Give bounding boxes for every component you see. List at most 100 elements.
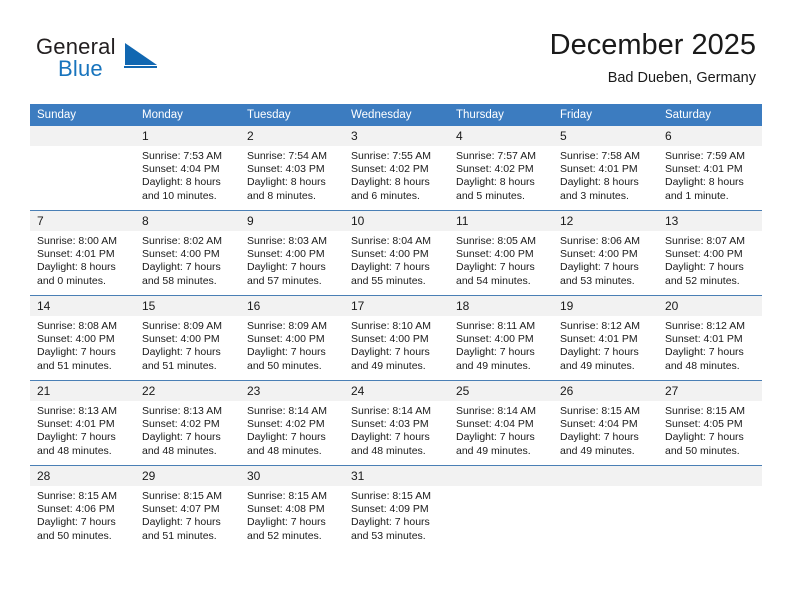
calendar-day-cell[interactable]: 2 Sunrise: 7:54 AM Sunset: 4:03 PM Daylight… <box>240 126 344 211</box>
sunset-text: Sunset: 4:09 PM <box>351 503 429 516</box>
calendar-day-cell[interactable]: 20 Sunrise: 8:12 AM Sunset: 4:01 PM Dayligh… <box>658 295 762 381</box>
sunset-text: Sunset: 4:08 PM <box>247 503 325 516</box>
calendar-day-cell[interactable]: 6 Sunrise: 7:59 AM Sunset: 4:01 PM Daylight… <box>658 126 762 211</box>
day-number: 15 <box>135 296 240 316</box>
sunset-text: Sunset: 4:00 PM <box>142 333 220 346</box>
daylight-text-line2: and 53 minutes. <box>560 274 635 287</box>
sunset-text: Sunset: 4:05 PM <box>665 418 743 431</box>
daylight-text-line2: and 51 minutes. <box>142 529 217 542</box>
daylight-text-line2: and 49 minutes. <box>456 359 531 372</box>
calendar-day-cell[interactable]: 14 Sunrise: 8:08 AM Sunset: 4:00 PM Dayligh… <box>30 295 135 381</box>
calendar-day-cell[interactable]: 27 Sunrise: 8:15 AM Sunset: 4:05 PM Dayligh… <box>658 380 762 466</box>
calendar-day-cell[interactable]: 5 Sunrise: 7:58 AM Sunset: 4:01 PM Daylight… <box>553 126 658 211</box>
calendar-day-cell[interactable]: 8 Sunrise: 8:02 AM Sunset: 4:00 PM Daylight… <box>135 210 240 296</box>
calendar-day-cell[interactable]: 24 Sunrise: 8:14 AM Sunset: 4:03 PM Dayligh… <box>344 380 449 466</box>
daylight-text-line2: and 50 minutes. <box>665 444 740 457</box>
daylight-text-line2: and 0 minutes. <box>37 274 106 287</box>
daylight-text-line2: and 51 minutes. <box>37 359 112 372</box>
calendar-day-cell[interactable]: 13 Sunrise: 8:07 AM Sunset: 4:00 PM Dayligh… <box>658 210 762 296</box>
day-number: 7 <box>30 211 135 231</box>
daylight-text-line2: and 53 minutes. <box>351 529 426 542</box>
sunrise-text: Sunrise: 8:15 AM <box>560 405 640 417</box>
day-details: Sunrise: 8:10 AM Sunset: 4:00 PM Daylight:… <box>344 316 449 373</box>
calendar-day-cell[interactable]: 15 Sunrise: 8:09 AM Sunset: 4:00 PM Dayligh… <box>135 295 240 381</box>
weekday-header-wednesday: Wednesday <box>344 104 449 126</box>
calendar-day-cell[interactable]: 26 Sunrise: 8:15 AM Sunset: 4:04 PM Dayligh… <box>553 380 658 466</box>
daylight-text-line2: and 48 minutes. <box>37 444 112 457</box>
calendar-day-cell[interactable]: 18 Sunrise: 8:11 AM Sunset: 4:00 PM Dayligh… <box>449 295 553 381</box>
calendar-day-cell[interactable]: 1 Sunrise: 7:53 AM Sunset: 4:04 PM Daylight… <box>135 126 240 211</box>
daylight-text-line1: Daylight: 7 hours <box>456 346 535 359</box>
sunset-text: Sunset: 4:00 PM <box>665 248 743 261</box>
daylight-text-line2: and 10 minutes. <box>142 189 217 202</box>
calendar-day-cell[interactable]: 28 Sunrise: 8:15 AM Sunset: 4:06 PM Dayligh… <box>30 465 135 550</box>
sunrise-text: Sunrise: 8:09 AM <box>142 320 222 332</box>
daylight-text-line1: Daylight: 7 hours <box>142 431 221 444</box>
calendar-day-cell-empty <box>449 465 553 550</box>
daylight-text-line2: and 48 minutes. <box>247 444 322 457</box>
calendar-day-cell[interactable]: 3 Sunrise: 7:55 AM Sunset: 4:02 PM Daylight… <box>344 126 449 211</box>
calendar-body: 1 Sunrise: 7:53 AM Sunset: 4:04 PM Daylight… <box>30 126 762 550</box>
calendar-day-cell[interactable]: 12 Sunrise: 8:06 AM Sunset: 4:00 PM Dayligh… <box>553 210 658 296</box>
day-number: 25 <box>449 381 553 401</box>
sunrise-text: Sunrise: 8:02 AM <box>142 235 222 247</box>
daylight-text-line2: and 55 minutes. <box>351 274 426 287</box>
day-number: 2 <box>240 126 344 146</box>
daylight-text-line1: Daylight: 7 hours <box>351 261 430 274</box>
daylight-text-line2: and 50 minutes. <box>37 529 112 542</box>
calendar-day-cell[interactable]: 29 Sunrise: 8:15 AM Sunset: 4:07 PM Dayligh… <box>135 465 240 550</box>
day-number: 5 <box>553 126 658 146</box>
calendar-day-cell[interactable]: 16 Sunrise: 8:09 AM Sunset: 4:00 PM Dayligh… <box>240 295 344 381</box>
day-number: 31 <box>344 466 449 486</box>
calendar-day-cell[interactable]: 19 Sunrise: 8:12 AM Sunset: 4:01 PM Dayligh… <box>553 295 658 381</box>
calendar-page: General Blue December 2025 Bad Dueben, G… <box>0 0 792 612</box>
calendar-day-cell[interactable]: 10 Sunrise: 8:04 AM Sunset: 4:00 PM Dayligh… <box>344 210 449 296</box>
daylight-text-line2: and 48 minutes. <box>665 359 740 372</box>
calendar-day-cell[interactable]: 9 Sunrise: 8:03 AM Sunset: 4:00 PM Daylight… <box>240 210 344 296</box>
day-details: Sunrise: 7:58 AM Sunset: 4:01 PM Daylight:… <box>553 146 658 203</box>
daylight-text-line2: and 1 minute. <box>665 189 729 202</box>
calendar-day-cell[interactable]: 22 Sunrise: 8:13 AM Sunset: 4:02 PM Dayligh… <box>135 380 240 466</box>
sunrise-text: Sunrise: 7:55 AM <box>351 150 431 162</box>
calendar-day-cell[interactable]: 4 Sunrise: 7:57 AM Sunset: 4:02 PM Daylight… <box>449 126 553 211</box>
day-details: Sunrise: 7:54 AM Sunset: 4:03 PM Daylight:… <box>240 146 344 203</box>
brand-logo[interactable]: General Blue <box>36 34 256 90</box>
day-details: Sunrise: 8:14 AM Sunset: 4:03 PM Daylight:… <box>344 401 449 458</box>
calendar-week-row: 1 Sunrise: 7:53 AM Sunset: 4:04 PM Daylight… <box>30 126 762 211</box>
daylight-text-line1: Daylight: 8 hours <box>142 176 221 189</box>
sunrise-text: Sunrise: 8:14 AM <box>456 405 536 417</box>
calendar-grid: Sunday Monday Tuesday Wednesday Thursday… <box>30 104 762 550</box>
calendar-day-cell[interactable]: 31 Sunrise: 8:15 AM Sunset: 4:09 PM Dayligh… <box>344 465 449 550</box>
calendar-day-cell[interactable]: 21 Sunrise: 8:13 AM Sunset: 4:01 PM Dayligh… <box>30 380 135 466</box>
daylight-text-line1: Daylight: 7 hours <box>142 346 221 359</box>
day-details: Sunrise: 8:14 AM Sunset: 4:02 PM Daylight:… <box>240 401 344 458</box>
daylight-text-line2: and 6 minutes. <box>351 189 420 202</box>
daylight-text-line2: and 3 minutes. <box>560 189 629 202</box>
sunrise-text: Sunrise: 7:57 AM <box>456 150 536 162</box>
day-number: 19 <box>553 296 658 316</box>
sunset-text: Sunset: 4:02 PM <box>351 163 429 176</box>
daylight-text-line1: Daylight: 7 hours <box>456 431 535 444</box>
day-details: Sunrise: 8:09 AM Sunset: 4:00 PM Daylight:… <box>135 316 240 373</box>
calendar-day-cell[interactable]: 7 Sunrise: 8:00 AM Sunset: 4:01 PM Daylight… <box>30 210 135 296</box>
calendar-week-row: 28 Sunrise: 8:15 AM Sunset: 4:06 PM Dayligh… <box>30 465 762 550</box>
daylight-text-line1: Daylight: 7 hours <box>560 261 639 274</box>
day-number: 6 <box>658 126 762 146</box>
day-number <box>553 466 658 486</box>
calendar-day-cell[interactable]: 30 Sunrise: 8:15 AM Sunset: 4:08 PM Dayligh… <box>240 465 344 550</box>
sunset-text: Sunset: 4:01 PM <box>560 163 638 176</box>
daylight-text-line1: Daylight: 7 hours <box>37 431 116 444</box>
calendar-day-cell[interactable]: 11 Sunrise: 8:05 AM Sunset: 4:00 PM Dayligh… <box>449 210 553 296</box>
calendar-day-cell[interactable]: 25 Sunrise: 8:14 AM Sunset: 4:04 PM Dayligh… <box>449 380 553 466</box>
calendar-day-cell-empty <box>30 126 135 211</box>
sunrise-text: Sunrise: 7:58 AM <box>560 150 640 162</box>
calendar-day-cell[interactable]: 23 Sunrise: 8:14 AM Sunset: 4:02 PM Dayligh… <box>240 380 344 466</box>
daylight-text-line2: and 50 minutes. <box>247 359 322 372</box>
day-number: 3 <box>344 126 449 146</box>
calendar-day-cell[interactable]: 17 Sunrise: 8:10 AM Sunset: 4:00 PM Dayligh… <box>344 295 449 381</box>
sunset-text: Sunset: 4:00 PM <box>456 248 534 261</box>
daylight-text-line1: Daylight: 7 hours <box>247 431 326 444</box>
daylight-text-line1: Daylight: 7 hours <box>456 261 535 274</box>
sunrise-text: Sunrise: 8:14 AM <box>351 405 431 417</box>
day-number: 11 <box>449 211 553 231</box>
